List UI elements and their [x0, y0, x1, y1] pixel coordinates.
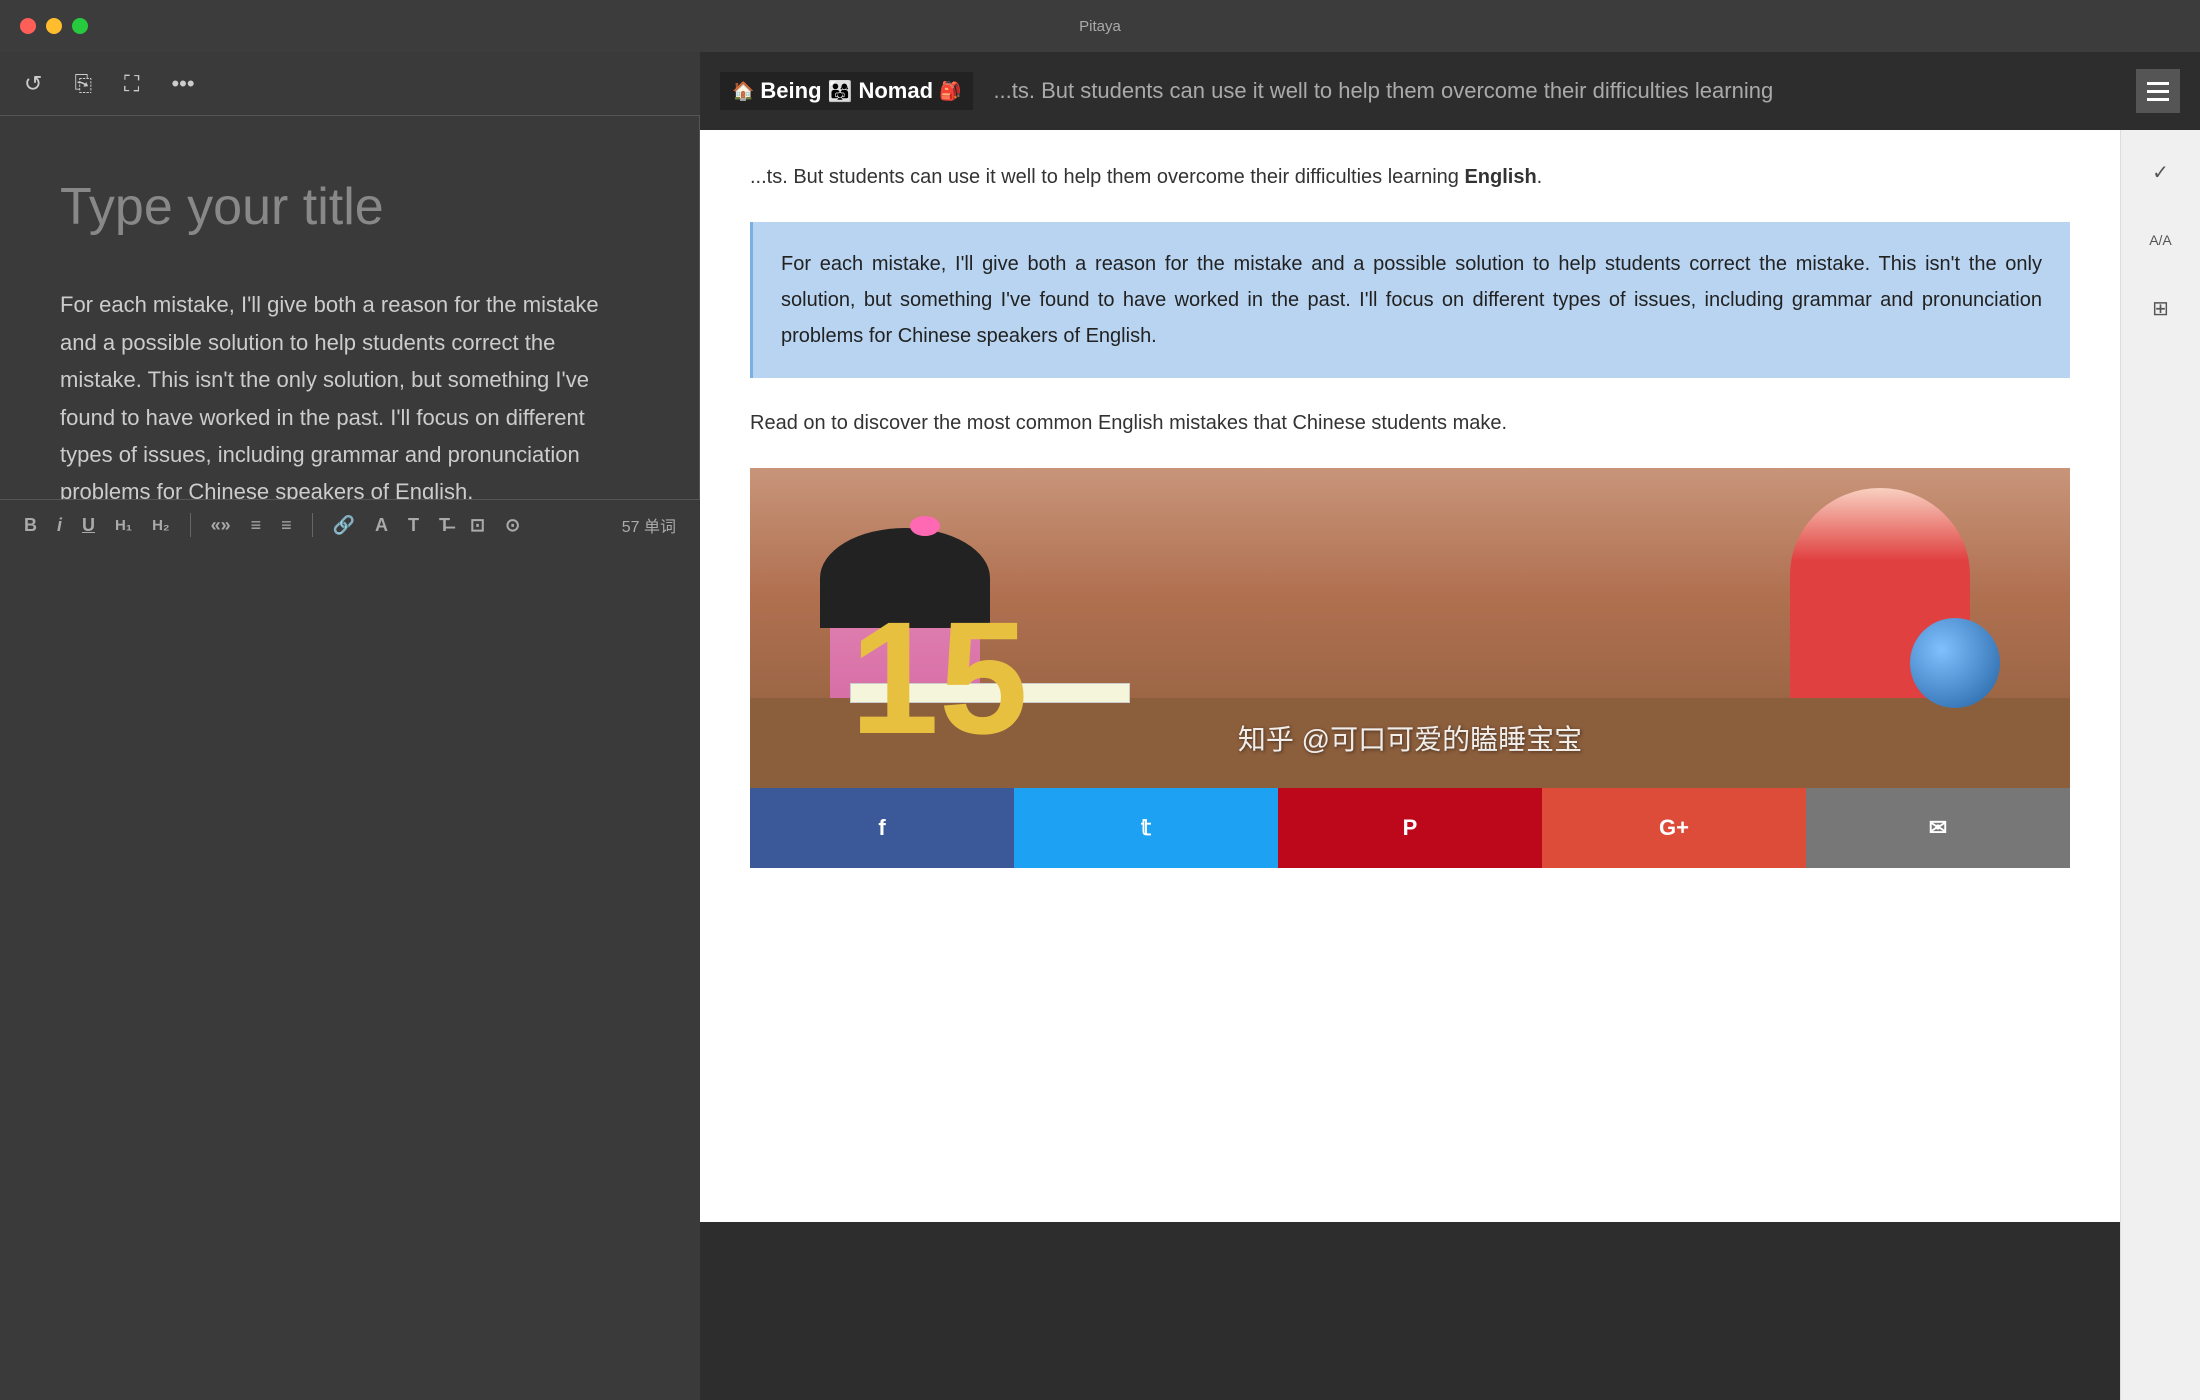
share-icon[interactable]: ⎘ [74, 71, 92, 97]
toolbar-separator [190, 513, 191, 537]
email-icon: ✉ [1929, 815, 1947, 841]
strikethrough-icon[interactable]: T̶ [439, 515, 450, 536]
formatting-toolbar: B i U H₁ H₂ «» ≡ ≡ 🔗 A T T̶ ⊡ ⊙ 57 单词 [0, 499, 700, 551]
h1-icon[interactable]: H₁ [115, 517, 132, 534]
editor-toolbar: ↺ ⎘ ⛶ ••• [0, 52, 700, 116]
editor-title-placeholder[interactable]: Type your title [60, 176, 639, 238]
minimize-button[interactable] [46, 18, 62, 34]
sidebar-check-icon[interactable]: ✓ [2139, 150, 2183, 194]
close-button[interactable] [20, 18, 36, 34]
toolbar-separator-2 [312, 513, 313, 537]
image-watermark: 知乎 @可口可爱的瞌睡宝宝 [1238, 718, 1582, 758]
menu-line-2 [2147, 90, 2169, 93]
right-sidebar: ✓ A/A ⊞ [2120, 130, 2200, 1400]
quote-icon[interactable]: «» [211, 515, 231, 536]
pinterest-share-button[interactable]: P [1278, 788, 1542, 868]
link-icon[interactable]: 🔗 [333, 515, 355, 536]
maximize-button[interactable] [72, 18, 88, 34]
content-image: 15 知乎 @可口可爱的瞌睡宝宝 [750, 468, 2070, 788]
menu-line-3 [2147, 98, 2169, 101]
partial-intro-text: ...ts. But students can use it well to h… [750, 166, 1542, 188]
window-controls [20, 18, 88, 34]
browser-content: ...ts. But students can use it well to h… [700, 130, 2120, 1222]
italic-icon[interactable]: i [57, 515, 62, 536]
browser-header: 🏠 Being 👨‍👩‍👧 Nomad 🎒 ...ts. But student… [700, 52, 2200, 130]
logo-person-icon: 👨‍👩‍👧 [828, 79, 853, 104]
logo-being: Being [760, 78, 821, 104]
bold-icon[interactable]: B [24, 515, 37, 536]
browser-logo[interactable]: 🏠 Being 👨‍👩‍👧 Nomad 🎒 [720, 72, 973, 110]
facebook-share-button[interactable]: f [750, 788, 1014, 868]
image-icon[interactable]: ⊡ [470, 515, 485, 536]
title-bar: Pitaya [0, 0, 2200, 52]
sidebar-grid-icon[interactable]: ⊞ [2139, 286, 2183, 330]
twitter-icon: 𝕥 [1141, 815, 1151, 841]
clock-icon[interactable]: ⊙ [505, 515, 520, 536]
word-count[interactable]: 57 单词 [622, 513, 676, 537]
fullscreen-icon[interactable]: ⛶ [124, 71, 139, 97]
googleplus-icon: G+ [1659, 815, 1689, 841]
read-on-paragraph: Read on to discover the most common Engl… [750, 406, 2070, 440]
hair-bow [910, 516, 940, 536]
app-title: Pitaya [1079, 18, 1121, 35]
browser-nav: ...ts. But students can use it well to h… [993, 78, 2116, 104]
facebook-icon: f [878, 815, 885, 841]
big-number: 15 [850, 598, 1028, 758]
pinterest-icon: P [1403, 815, 1418, 841]
highlighted-text: For each mistake, I'll give both a reaso… [781, 253, 2042, 347]
more-icon[interactable]: ••• [171, 71, 194, 97]
email-share-button[interactable]: ✉ [1806, 788, 2070, 868]
text-type-icon[interactable]: T [408, 515, 419, 536]
social-bar: f 𝕥 P G+ ✉ [750, 788, 2070, 868]
globe-decoration [1910, 618, 2000, 708]
list-ul-icon[interactable]: ≡ [251, 515, 262, 536]
twitter-share-button[interactable]: 𝕥 [1014, 788, 1278, 868]
editor-body-text[interactable]: For each mistake, I'll give both a reaso… [60, 286, 639, 510]
underline-icon[interactable]: U [82, 515, 95, 536]
refresh-icon[interactable]: ↺ [24, 71, 42, 97]
logo-icon-right: 🎒 [939, 81, 961, 102]
logo-nomad: Nomad [858, 78, 933, 104]
browser-menu-button[interactable] [2136, 69, 2180, 113]
content-intro-paragraph: ...ts. But students can use it well to h… [750, 160, 2070, 194]
sidebar-translate-icon[interactable]: A/A [2139, 218, 2183, 262]
h2-icon[interactable]: H₂ [152, 517, 170, 534]
editor-content: Type your title For each mistake, I'll g… [0, 116, 700, 551]
googleplus-share-button[interactable]: G+ [1542, 788, 1806, 868]
logo-icon-left: 🏠 [732, 81, 754, 102]
text-color-icon[interactable]: A [375, 515, 388, 536]
menu-line-1 [2147, 82, 2169, 85]
highlighted-paragraph: For each mistake, I'll give both a reaso… [750, 222, 2070, 378]
list-ol-icon[interactable]: ≡ [281, 515, 292, 536]
